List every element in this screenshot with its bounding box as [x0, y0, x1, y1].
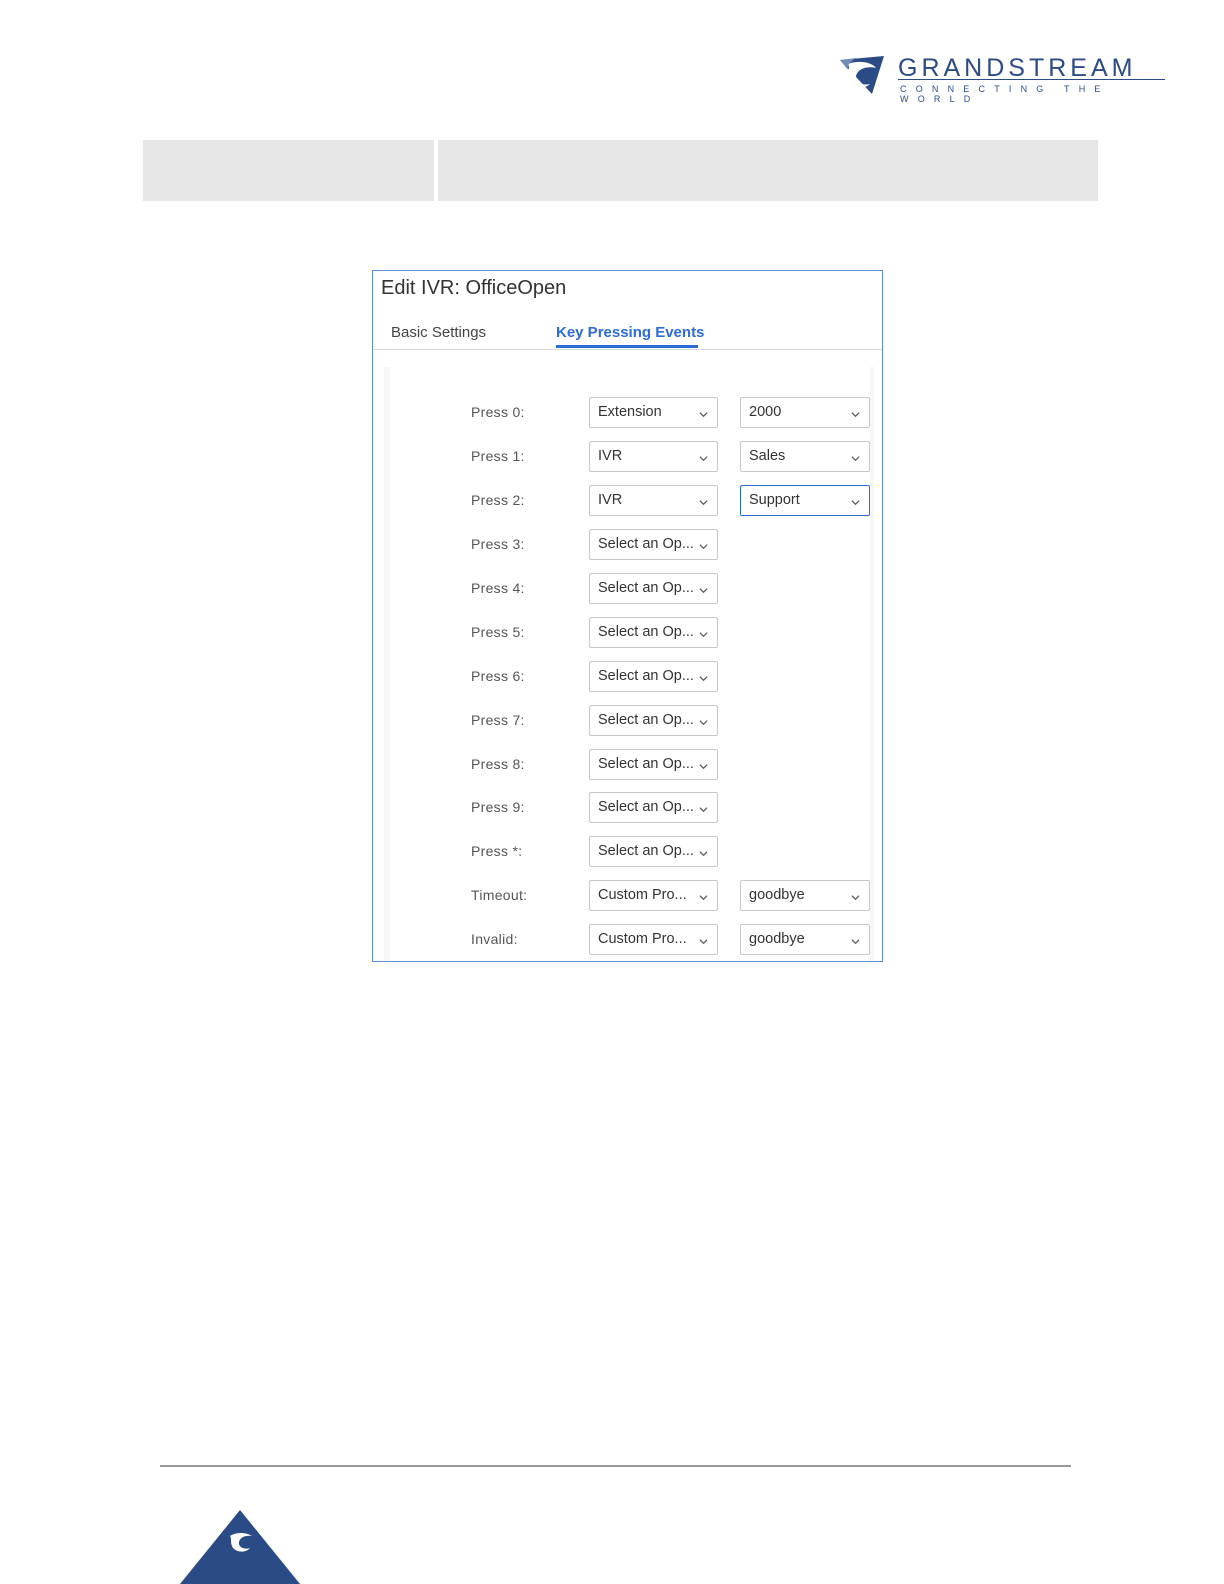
brand-rule: [898, 79, 1165, 80]
target-select[interactable]: goodbye: [740, 924, 870, 955]
option-select[interactable]: Select an Op...: [589, 617, 718, 648]
row-label: Press 3:: [471, 536, 525, 552]
target-select[interactable]: Support: [740, 485, 870, 516]
chevron-down-icon: [699, 715, 708, 726]
option-select-value: Select an Op...: [598, 624, 694, 640]
row-label: Press 1:: [471, 448, 525, 464]
option-select-value: Select an Op...: [598, 536, 694, 552]
option-select[interactable]: Custom Pro...: [589, 924, 718, 955]
footer-divider: [160, 1465, 1071, 1467]
chevron-down-icon: [699, 583, 708, 594]
target-select-value: goodbye: [749, 887, 805, 903]
target-select[interactable]: Sales: [740, 441, 870, 472]
dialog-title: Edit IVR: OfficeOpen: [381, 277, 567, 299]
chevron-down-icon: [851, 934, 860, 945]
target-select-value: Sales: [749, 448, 786, 464]
chevron-down-icon: [851, 890, 860, 901]
option-select-value: IVR: [598, 448, 623, 464]
option-select[interactable]: Select an Op...: [589, 749, 718, 780]
option-select[interactable]: Select an Op...: [589, 705, 718, 736]
option-select-value: Custom Pro...: [598, 931, 687, 947]
target-select-value: goodbye: [749, 931, 805, 947]
chevron-down-icon: [699, 495, 708, 506]
option-select-value: Select an Op...: [598, 580, 694, 596]
row-label: Press 4:: [471, 580, 525, 596]
option-select[interactable]: IVR: [589, 441, 718, 472]
option-select[interactable]: IVR: [589, 485, 718, 516]
target-select-value: Support: [749, 492, 800, 508]
chevron-down-icon: [851, 407, 860, 418]
chevron-down-icon: [699, 671, 708, 682]
chevron-down-icon: [699, 539, 708, 550]
key-events-panel: Press 0: Extension 2000 Press 1: IVR Sales Pre…: [384, 367, 874, 961]
option-select[interactable]: Select an Op...: [589, 573, 718, 604]
chevron-down-icon: [699, 846, 708, 857]
row-label: Timeout:: [471, 887, 528, 903]
chevron-down-icon: [699, 890, 708, 901]
option-select-value: Select an Op...: [598, 712, 694, 728]
option-select-value: Select an Op...: [598, 668, 694, 684]
row-label: Press 7:: [471, 712, 525, 728]
row-label: Press 9:: [471, 799, 525, 815]
option-select[interactable]: Select an Op...: [589, 529, 718, 560]
option-select-value: Select an Op...: [598, 843, 694, 859]
row-label: Press 2:: [471, 492, 525, 508]
edit-ivr-dialog: Edit IVR: OfficeOpen Basic Settings Key …: [372, 270, 883, 962]
chevron-down-icon: [851, 495, 860, 506]
option-select[interactable]: Select an Op...: [589, 661, 718, 692]
grandstream-logo: GRANDSTREAM CONNECTING THE WORLD: [838, 52, 1168, 104]
grandstream-logo-icon: [840, 56, 884, 94]
row-label: Press 8:: [471, 756, 525, 772]
row-label: Press 5:: [471, 624, 525, 640]
option-select[interactable]: Custom Pro...: [589, 880, 718, 911]
option-select-value: Select an Op...: [598, 799, 694, 815]
option-select-value: Extension: [598, 404, 662, 420]
option-select[interactable]: Select an Op...: [589, 792, 718, 823]
brand-tagline: CONNECTING THE WORLD: [900, 84, 1110, 104]
tab-key-pressing-events[interactable]: Key Pressing Events: [556, 324, 704, 341]
chevron-down-icon: [851, 451, 860, 462]
option-select[interactable]: Select an Op...: [589, 836, 718, 867]
row-label: Press 0:: [471, 404, 525, 420]
chevron-down-icon: [699, 802, 708, 813]
table-header-cell-right: [438, 140, 1098, 201]
tab-basic-settings[interactable]: Basic Settings: [391, 324, 486, 341]
key-events-form: Press 0: Extension 2000 Press 1: IVR Sales Pre…: [390, 367, 870, 961]
chevron-down-icon: [699, 934, 708, 945]
option-select-value: IVR: [598, 492, 623, 508]
target-select[interactable]: 2000: [740, 397, 870, 428]
chevron-down-icon: [699, 407, 708, 418]
tab-divider: [373, 349, 882, 350]
grandstream-footer-logo-icon: [180, 1510, 300, 1584]
chevron-down-icon: [699, 759, 708, 770]
row-label: Press *:: [471, 843, 523, 859]
option-select-value: Custom Pro...: [598, 887, 687, 903]
active-tab-indicator: [556, 345, 698, 348]
table-header-cell-left: [143, 140, 434, 201]
chevron-down-icon: [699, 627, 708, 638]
row-label: Press 6:: [471, 668, 525, 684]
target-select[interactable]: goodbye: [740, 880, 870, 911]
row-label: Invalid:: [471, 931, 518, 947]
option-select-value: Select an Op...: [598, 756, 694, 772]
option-select[interactable]: Extension: [589, 397, 718, 428]
chevron-down-icon: [699, 451, 708, 462]
target-select-value: 2000: [749, 404, 782, 420]
